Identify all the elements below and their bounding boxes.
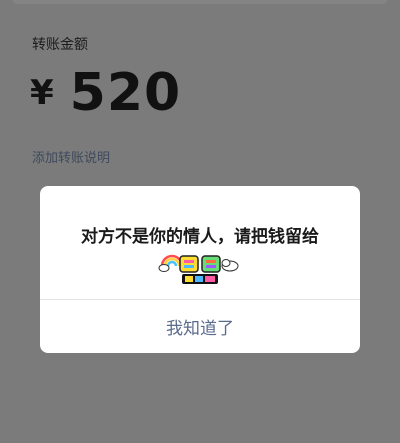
modal-overlay: 对方不是你的情人，请把钱留给 我知道了 (0, 0, 400, 443)
confirm-button[interactable]: 我知道了 (40, 300, 360, 353)
alert-dialog: 对方不是你的情人，请把钱留给 我知道了 (40, 186, 360, 353)
dialog-message: 对方不是你的情人，请把钱留给 (81, 227, 319, 247)
rainbow-sticker-icon (158, 254, 239, 284)
